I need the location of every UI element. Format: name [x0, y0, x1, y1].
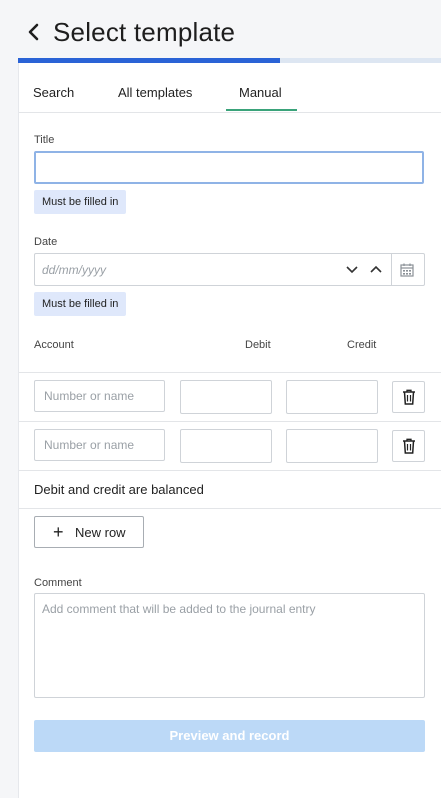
credit-input-2[interactable] — [286, 429, 378, 463]
divider — [19, 421, 441, 422]
comment-label: Comment — [34, 577, 82, 589]
account-input-2[interactable] — [34, 429, 165, 461]
template-panel: Search All templates Manual Title Must b… — [18, 63, 441, 798]
new-row-button[interactable]: + New row — [34, 516, 144, 548]
back-button[interactable] — [26, 22, 46, 46]
credit-input-1[interactable] — [286, 380, 378, 414]
trash-icon — [403, 438, 415, 454]
credit-column-header: Credit — [347, 339, 377, 351]
preview-and-record-button[interactable]: Preview and record — [34, 720, 425, 752]
tab-manual[interactable]: Manual — [239, 85, 282, 100]
chevron-up-icon[interactable] — [368, 263, 384, 277]
plus-icon: + — [53, 522, 64, 542]
tab-bar: Search All templates Manual — [19, 63, 441, 113]
balance-status: Debit and credit are balanced — [34, 482, 204, 497]
calendar-icon[interactable] — [399, 262, 415, 278]
date-error-badge: Must be filled in — [34, 292, 127, 316]
tab-search[interactable]: Search — [33, 85, 74, 100]
tab-all-templates[interactable]: All templates — [118, 85, 192, 100]
delete-row-button-1[interactable] — [392, 381, 425, 413]
date-divider — [391, 254, 392, 285]
title-error-badge: Must be filled in — [34, 190, 127, 214]
title-input[interactable] — [34, 151, 424, 184]
date-input[interactable] — [35, 254, 339, 285]
divider — [19, 470, 441, 471]
page-title: Select template — [53, 17, 236, 47]
delete-row-button-2[interactable] — [392, 430, 425, 462]
new-row-label: New row — [75, 525, 126, 540]
date-field — [34, 253, 425, 286]
debit-input-1[interactable] — [180, 380, 272, 414]
divider — [19, 508, 441, 509]
account-column-header: Account — [34, 339, 74, 351]
chevron-left-icon — [28, 23, 39, 41]
chevron-down-icon[interactable] — [344, 263, 360, 277]
debit-column-header: Debit — [245, 339, 271, 351]
active-tab-indicator — [226, 109, 297, 111]
header: Select template — [0, 0, 441, 63]
title-label: Title — [34, 134, 55, 146]
date-label: Date — [34, 236, 58, 248]
comment-textarea[interactable] — [34, 593, 425, 698]
debit-input-2[interactable] — [180, 429, 272, 463]
account-input-1[interactable] — [34, 380, 165, 412]
trash-icon — [403, 389, 415, 405]
divider — [19, 372, 441, 373]
